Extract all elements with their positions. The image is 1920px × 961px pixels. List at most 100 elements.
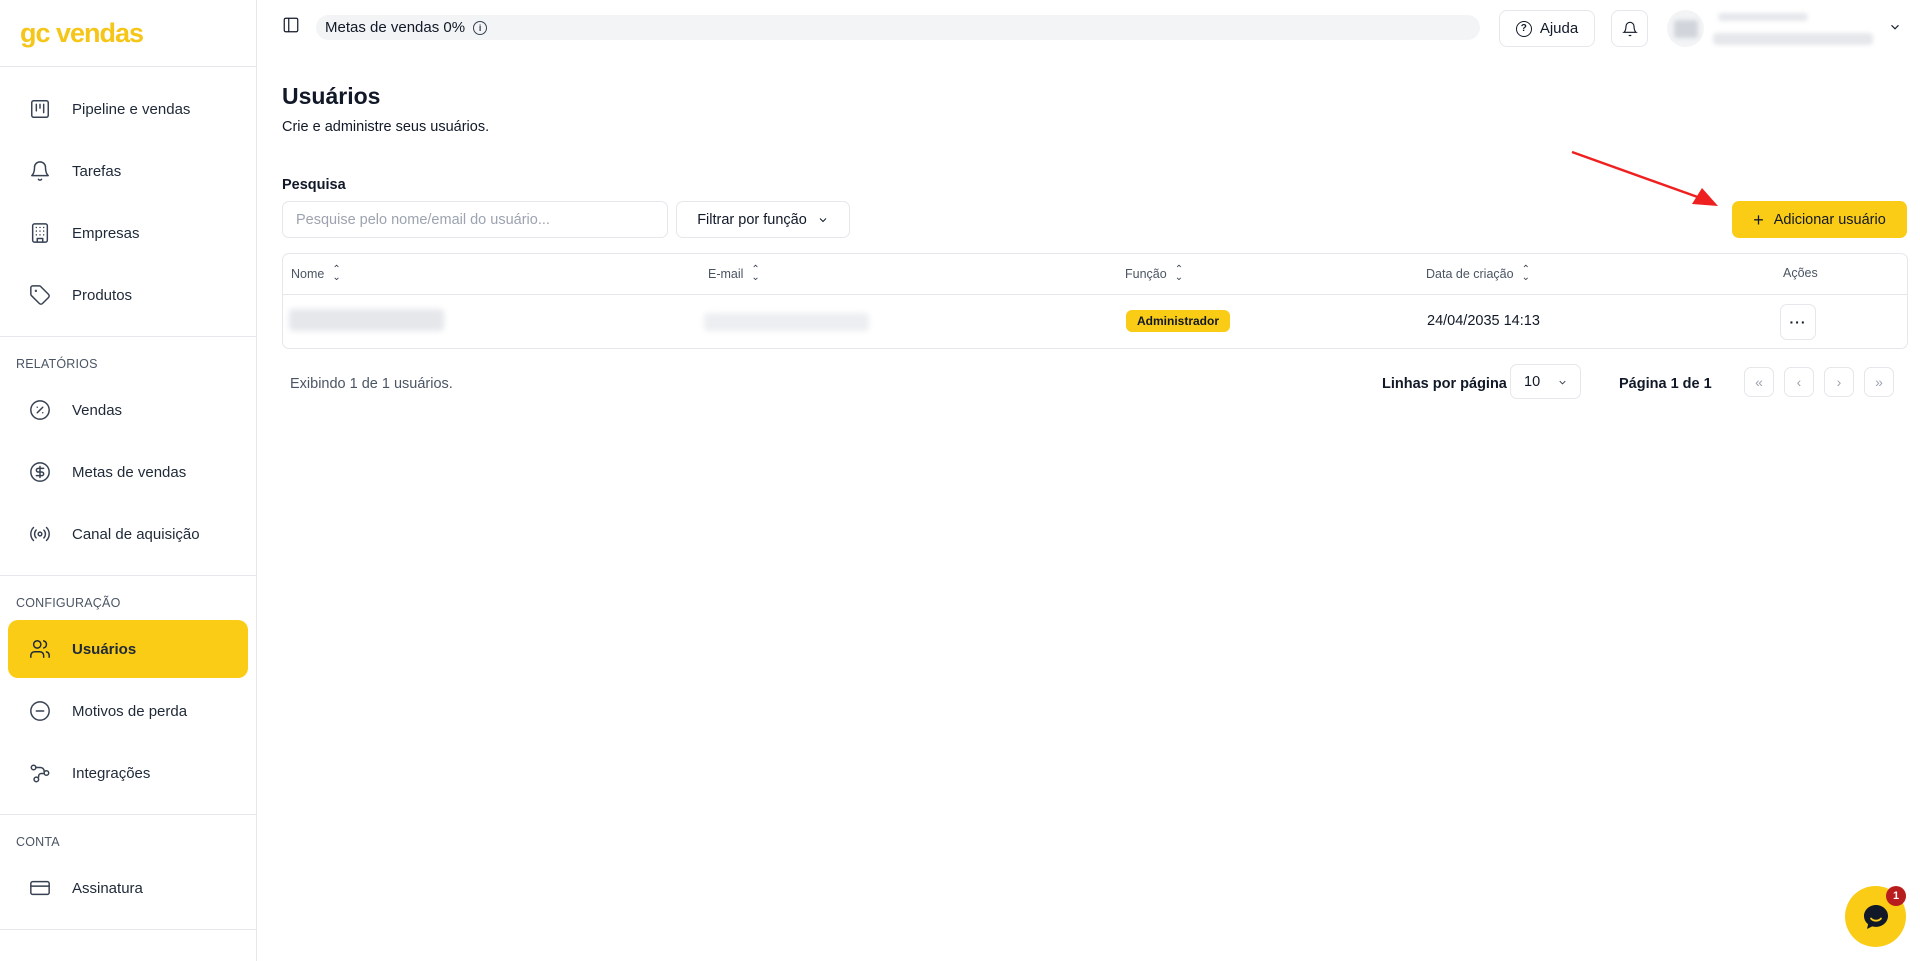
- search-input[interactable]: [282, 201, 668, 238]
- sidebar-item-tarefas[interactable]: Tarefas: [8, 142, 248, 200]
- notifications-button[interactable]: [1611, 10, 1648, 47]
- radio-icon: [28, 522, 52, 546]
- annotation-arrow: [1571, 150, 1718, 206]
- add-user-button[interactable]: + Adicionar usuário: [1732, 201, 1907, 238]
- filter-role-label: Filtrar por função: [697, 211, 807, 228]
- add-user-label: Adicionar usuário: [1773, 211, 1886, 228]
- users-table: Nome ⌃ ⌄ E-mail ⌃ ⌄ Função ⌃ ⌄ Data de cria…: [282, 253, 1908, 349]
- sales-goal-label: Metas de vendas 0%: [325, 19, 466, 36]
- sidebar-item-label: Produtos: [72, 286, 133, 304]
- help-circle-icon: ?: [1515, 20, 1532, 37]
- nav-main: Pipeline e vendas Tarefas Empresas Produ…: [0, 67, 256, 337]
- column-label: Função: [1125, 267, 1167, 281]
- rows-per-page-select[interactable]: 10: [1510, 364, 1581, 399]
- user-name-redacted: [1718, 13, 1808, 21]
- rows-per-page-value: 10: [1524, 373, 1541, 390]
- table-header: Nome ⌃ ⌄ E-mail ⌃ ⌄ Função ⌃ ⌄ Data de cria…: [283, 254, 1907, 295]
- sidebar-item-label: Motivos de perda: [72, 702, 188, 720]
- column-label: Nome: [291, 267, 325, 281]
- sidebar-toggle-icon[interactable]: [282, 16, 304, 38]
- chevron-down-icon: [1559, 380, 1566, 385]
- pagination: Exibindo 1 de 1 usuários. Linhas por pág…: [282, 364, 1908, 404]
- chat-icon: [1863, 904, 1888, 929]
- topbar: Metas de vendas 0% i ? Ajuda: [258, 0, 1920, 56]
- chevron-right-icon: ›: [1836, 374, 1842, 390]
- sidebar-item-metas[interactable]: Metas de vendas: [8, 443, 248, 501]
- sidebar-item-vendas[interactable]: Vendas: [8, 381, 248, 439]
- column-label: Ações: [1783, 266, 1818, 280]
- sidebar-item-label: Metas de vendas: [72, 463, 187, 481]
- sidebar-item-motivos[interactable]: Motivos de perda: [8, 682, 248, 740]
- column-header-created[interactable]: Data de criação ⌃ ⌄: [1426, 264, 1530, 283]
- first-page-button[interactable]: «: [1744, 367, 1774, 397]
- table-row[interactable]: Administrador 24/04/2035 14:13 ···: [283, 295, 1907, 349]
- workflow-icon: [28, 761, 52, 785]
- sidebar-item-label: Assinatura: [72, 879, 143, 897]
- filter-role-button[interactable]: Filtrar por função: [676, 201, 850, 238]
- previous-page-button[interactable]: ‹: [1784, 367, 1814, 397]
- sidebar-item-label: Integrações: [72, 764, 151, 782]
- column-label: E-mail: [708, 267, 744, 281]
- sidebar-item-pipeline[interactable]: Pipeline e vendas: [8, 80, 248, 138]
- row-actions-button[interactable]: ···: [1780, 304, 1816, 340]
- help-button[interactable]: ? Ajuda: [1499, 10, 1595, 47]
- last-page-button[interactable]: »: [1864, 367, 1894, 397]
- sidebar-item-usuarios[interactable]: Usuários: [8, 620, 248, 678]
- avatar-image: [1673, 19, 1698, 38]
- column-header-name[interactable]: Nome ⌃ ⌄: [291, 265, 341, 283]
- nav-reports: Relatórios Vendas Metas de vendas Canal …: [0, 337, 256, 576]
- user-name-redacted: [289, 309, 444, 331]
- section-title-config: Configuração: [16, 596, 121, 610]
- tag-icon: [28, 283, 52, 307]
- sort-icon: ⌃ ⌄: [751, 264, 760, 283]
- sidebar-item-label: Canal de aquisição: [72, 525, 200, 543]
- sidebar-item-produtos[interactable]: Produtos: [8, 266, 248, 324]
- sort-icon: ⌃ ⌄: [1174, 264, 1184, 283]
- app-root: gc vendas Pipeline e vendas Tarefas Empr…: [0, 0, 1920, 961]
- column-header-actions: Ações: [1783, 266, 1818, 280]
- user-menu[interactable]: [1713, 11, 1883, 46]
- percent-icon: [28, 398, 52, 422]
- showing-count: Exibindo 1 de 1 usuários.: [290, 376, 453, 392]
- search-label: Pesquisa: [282, 177, 346, 193]
- chevron-down-icon: [819, 217, 827, 222]
- sales-goal-progress: Metas de vendas 0% i: [316, 15, 1480, 40]
- nav-account: Conta Assinatura: [0, 815, 256, 930]
- bell-icon: [28, 159, 52, 183]
- rows-per-page-label: Linhas por página: [1382, 376, 1507, 392]
- avatar[interactable]: [1667, 10, 1704, 47]
- sidebar-item-canal[interactable]: Canal de aquisição: [8, 505, 248, 563]
- created-date: 24/04/2035 14:13: [1427, 313, 1540, 329]
- sort-icon: ⌃ ⌄: [1521, 264, 1530, 283]
- page-info: Página 1 de 1: [1619, 376, 1712, 392]
- sidebar-item-label: Tarefas: [72, 162, 122, 180]
- sidebar-item-assinatura[interactable]: Assinatura: [8, 859, 248, 917]
- sidebar-item-label: Empresas: [72, 224, 140, 242]
- column-header-role[interactable]: Função ⌃ ⌄: [1125, 264, 1184, 283]
- kanban-icon: [28, 97, 52, 121]
- page-title: Usuários: [282, 83, 381, 109]
- sidebar: gc vendas Pipeline e vendas Tarefas Empr…: [0, 0, 257, 961]
- help-button-label: Ajuda: [1539, 20, 1579, 37]
- section-title-account: Conta: [16, 835, 60, 849]
- sidebar-item-label: Vendas: [72, 401, 123, 419]
- app-logo[interactable]: gc vendas: [0, 0, 256, 67]
- page-subtitle: Crie e administre seus usuários.: [282, 119, 490, 135]
- sidebar-item-label: Usuários: [72, 640, 137, 658]
- building-icon: [28, 221, 52, 245]
- more-horizontal-icon: ···: [1789, 314, 1807, 330]
- column-label: Data de criação: [1426, 267, 1514, 281]
- chevrons-right-icon: »: [1875, 374, 1883, 390]
- sidebar-item-empresas[interactable]: Empresas: [8, 204, 248, 262]
- user-email-redacted: [1713, 33, 1873, 45]
- chevron-down-icon[interactable]: [1888, 20, 1902, 34]
- info-icon[interactable]: i: [473, 20, 488, 35]
- sidebar-item-integracoes[interactable]: Integrações: [8, 744, 248, 802]
- next-page-button[interactable]: ›: [1824, 367, 1854, 397]
- column-header-email[interactable]: E-mail ⌃ ⌄: [708, 264, 760, 283]
- section-title-reports: Relatórios: [16, 357, 98, 371]
- sidebar-item-label: Pipeline e vendas: [72, 100, 191, 118]
- minus-circle-icon: [28, 699, 52, 723]
- bell-icon: [1621, 21, 1638, 36]
- chat-unread-badge: 1: [1886, 886, 1906, 906]
